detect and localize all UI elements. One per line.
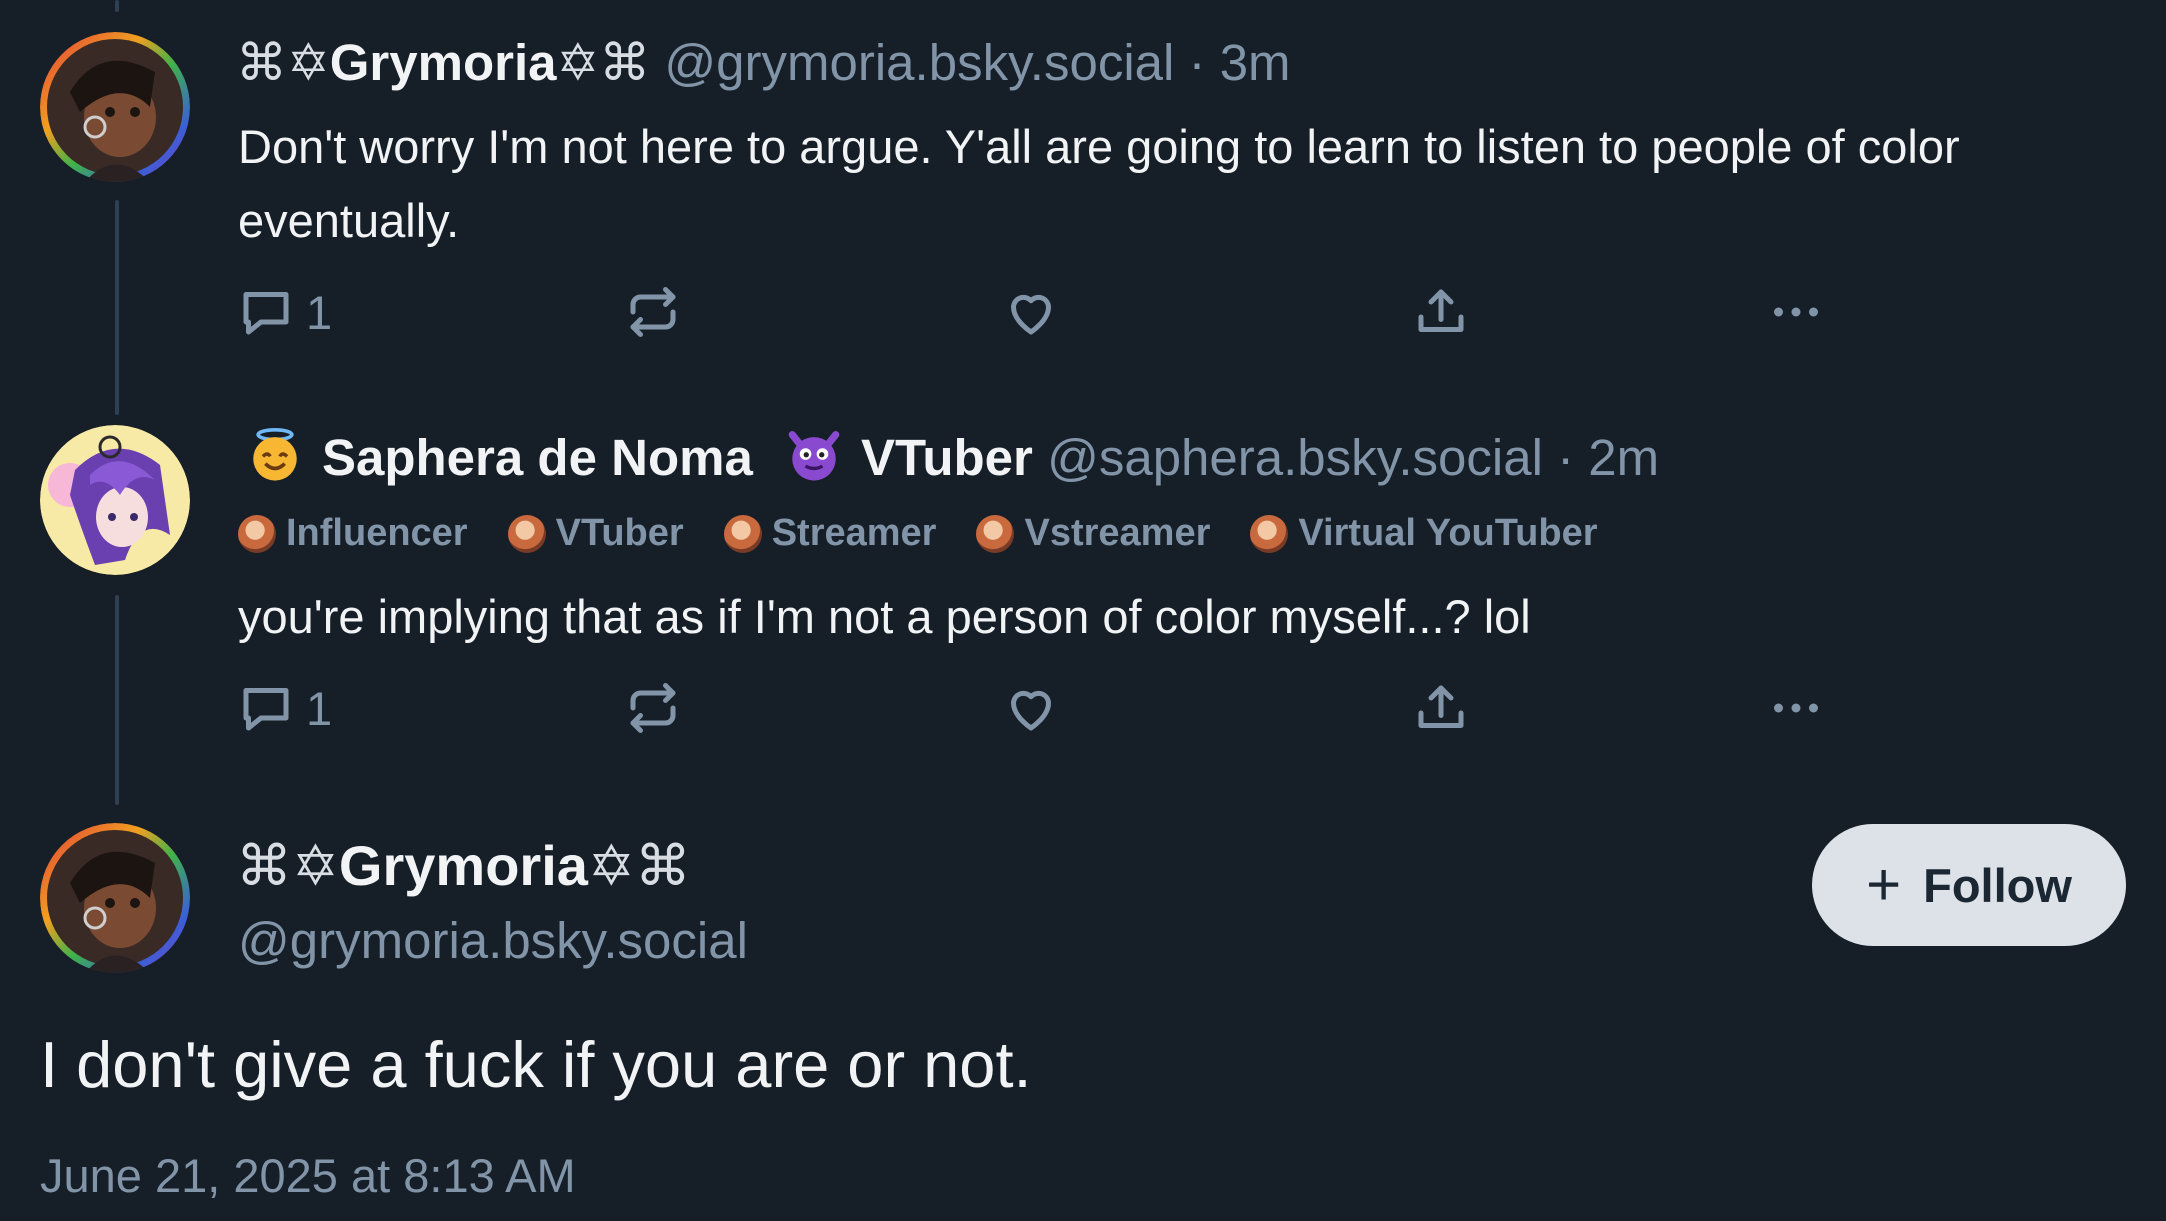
reply-count: 1 [306, 681, 333, 735]
name-decoration-right: ✡⌘ [556, 34, 651, 91]
focused-post-date[interactable]: June 21, 2025 at 8:13 AM [40, 1148, 576, 1203]
post-2-text: you're implying that as if I'm not a per… [238, 590, 1531, 643]
label-pill[interactable]: Streamer [723, 512, 937, 555]
smiling-face-with-halo-icon [253, 428, 297, 481]
more-button[interactable] [1766, 282, 1826, 342]
like-button[interactable] [1001, 678, 1061, 738]
smiling-face-with-horns-icon [788, 431, 840, 481]
plus-icon: + [1866, 851, 1902, 918]
thread-line-top [115, 0, 119, 12]
reply-bubble-icon [243, 688, 289, 731]
repost-arrows-icon [630, 287, 676, 337]
post-2-actions: 1 [236, 678, 1836, 748]
share-upload-icon [1418, 685, 1464, 728]
heart-icon [1011, 690, 1051, 731]
label-avatar-icon [723, 514, 762, 553]
repost-button[interactable] [623, 678, 683, 738]
thread-line-1 [115, 200, 119, 415]
post-time[interactable]: 2m [1588, 429, 1659, 486]
name-decoration-left: ⌘✡ [236, 834, 339, 897]
post-time[interactable]: 3m [1220, 34, 1291, 91]
follow-button[interactable]: + Follow [1812, 824, 2126, 946]
avatar-grymoria-focused[interactable] [40, 823, 190, 973]
label-avatar-icon [976, 514, 1015, 553]
repost-arrows-icon [630, 683, 676, 733]
repost-button[interactable] [623, 282, 683, 342]
label-avatar-icon [507, 514, 546, 553]
separator-dot: · [1557, 429, 1575, 486]
name-decoration-right: ✡⌘ [587, 834, 691, 897]
label-text: Influencer [286, 512, 468, 554]
label-text: VTuber [555, 512, 684, 554]
share-upload-icon [1418, 289, 1464, 332]
author-name[interactable]: Grymoria [339, 834, 588, 897]
more-button[interactable] [1766, 678, 1826, 738]
author-handle[interactable]: @grymoria.bsky.social [664, 34, 1174, 91]
author-name[interactable]: Grymoria [330, 34, 557, 91]
reply-count: 1 [306, 285, 333, 339]
separator-dot: · [1188, 34, 1206, 91]
label-text: Virtual YouTuber [1298, 512, 1598, 554]
focused-post-author: ⌘✡Grymoria✡⌘ [236, 835, 691, 897]
label-pill[interactable]: Influencer [238, 512, 468, 555]
reply-button[interactable]: 1 [236, 678, 332, 738]
post-1-header: ⌘✡Grymoria✡⌘ @grymoria.bsky.social · 3m [236, 32, 1291, 94]
author-name-suffix[interactable]: VTuber [861, 429, 1033, 486]
profile-labels: Influencer VTuber Streamer Vstreamer Virtual… [238, 512, 1638, 563]
post-1-text: Don't worry I'm not here to argue. Y'all… [238, 120, 1960, 247]
focused-post-handle: @grymoria.bsky.social [238, 910, 748, 972]
reply-bubble-icon [243, 292, 289, 335]
heart-icon [1011, 294, 1051, 335]
share-button[interactable] [1411, 678, 1471, 738]
post-2-header: Saphera de Noma VTuber @saphera.bsky.soc… [246, 425, 1659, 489]
follow-label: Follow [1923, 858, 2072, 912]
more-dots-icon [1774, 703, 1818, 713]
name-decoration-left: ⌘✡ [236, 34, 330, 91]
author-name[interactable]: Saphera de Noma [322, 429, 753, 486]
label-text: Vstreamer [1024, 512, 1211, 554]
like-button[interactable] [1001, 282, 1061, 342]
avatar-saphera[interactable] [40, 425, 190, 575]
avatar-grymoria[interactable] [40, 32, 190, 182]
reply-button[interactable]: 1 [236, 282, 332, 342]
label-pill[interactable]: Vstreamer [976, 512, 1210, 555]
focused-post-text: I don't give a fuck if you are or not. [40, 1028, 1032, 1101]
label-pill[interactable]: VTuber [507, 512, 684, 555]
post-1-actions: 1 [236, 282, 1836, 352]
label-pill[interactable]: Virtual YouTuber [1250, 512, 1598, 555]
label-avatar-icon [1250, 514, 1289, 553]
more-dots-icon [1774, 307, 1818, 317]
thread-line-2 [115, 595, 119, 805]
label-avatar-icon [238, 514, 276, 553]
label-text: Streamer [771, 512, 937, 554]
author-handle[interactable]: @saphera.bsky.social [1047, 429, 1543, 486]
share-button[interactable] [1411, 282, 1471, 342]
author-handle[interactable]: @grymoria.bsky.social [238, 912, 748, 969]
